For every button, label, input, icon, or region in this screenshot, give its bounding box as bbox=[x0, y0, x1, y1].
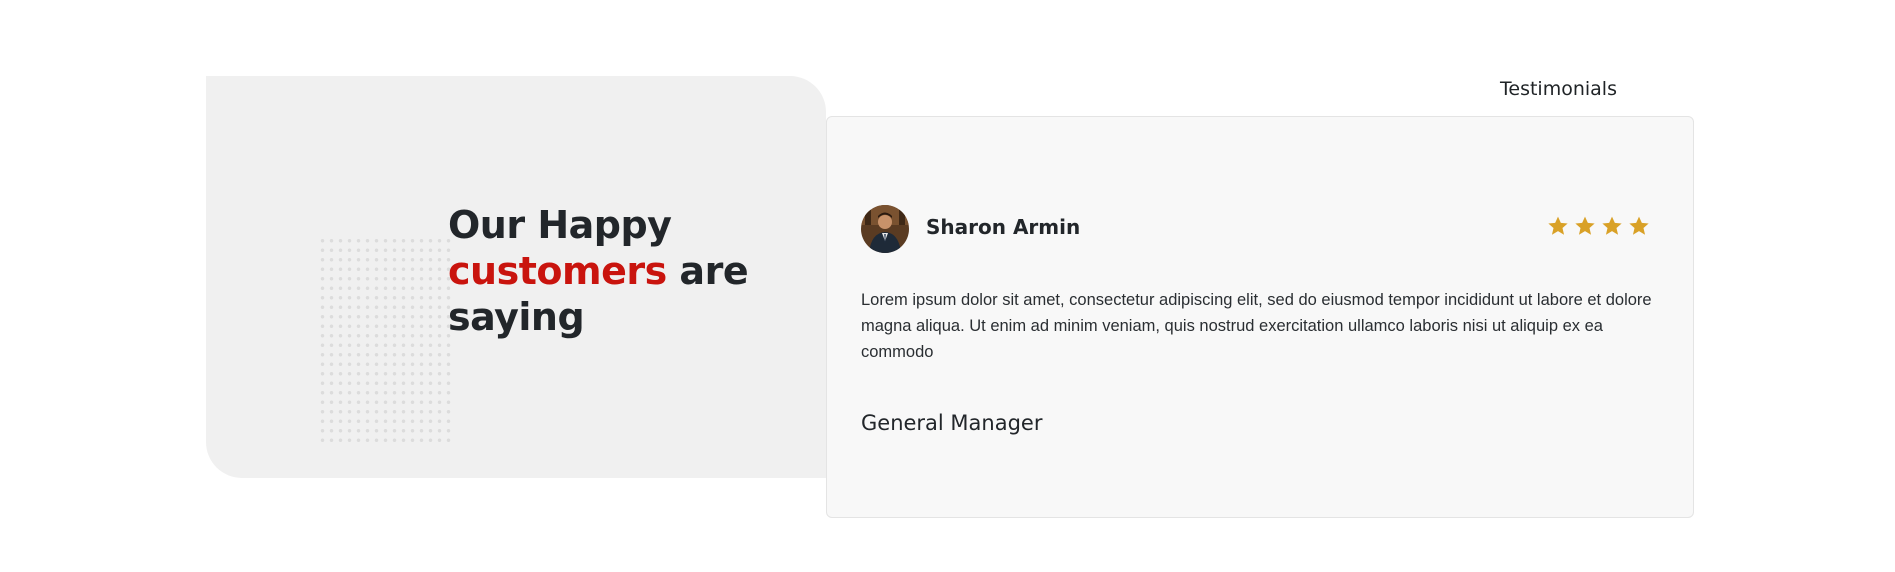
star-icon bbox=[1548, 216, 1568, 235]
decorative-dot-grid bbox=[318, 236, 454, 442]
testimonials-section: Our Happy customers are saying Testimoni… bbox=[0, 0, 1895, 572]
headline-line-1: Our Happy bbox=[448, 203, 672, 247]
section-headline: Our Happy customers are saying bbox=[448, 202, 749, 340]
section-label: Testimonials bbox=[1500, 78, 1617, 100]
person-photo-icon bbox=[861, 205, 909, 253]
testimonial-card: Sharon Armin Lorem ipsum dolor sit amet,… bbox=[826, 116, 1694, 518]
star-icon bbox=[1629, 216, 1649, 235]
headline-line-3: saying bbox=[448, 295, 585, 339]
headline-line-2-rest: are bbox=[666, 249, 749, 293]
star-rating bbox=[1547, 215, 1650, 237]
star-icon bbox=[1602, 216, 1622, 235]
reviewer-name: Sharon Armin bbox=[926, 215, 1081, 239]
avatar bbox=[861, 205, 909, 253]
star-icon bbox=[1575, 216, 1595, 235]
review-text: Lorem ipsum dolor sit amet, consectetur … bbox=[861, 291, 1652, 361]
reviewer-role: General Manager bbox=[861, 411, 1043, 435]
headline-accent-word: customers bbox=[448, 249, 667, 293]
